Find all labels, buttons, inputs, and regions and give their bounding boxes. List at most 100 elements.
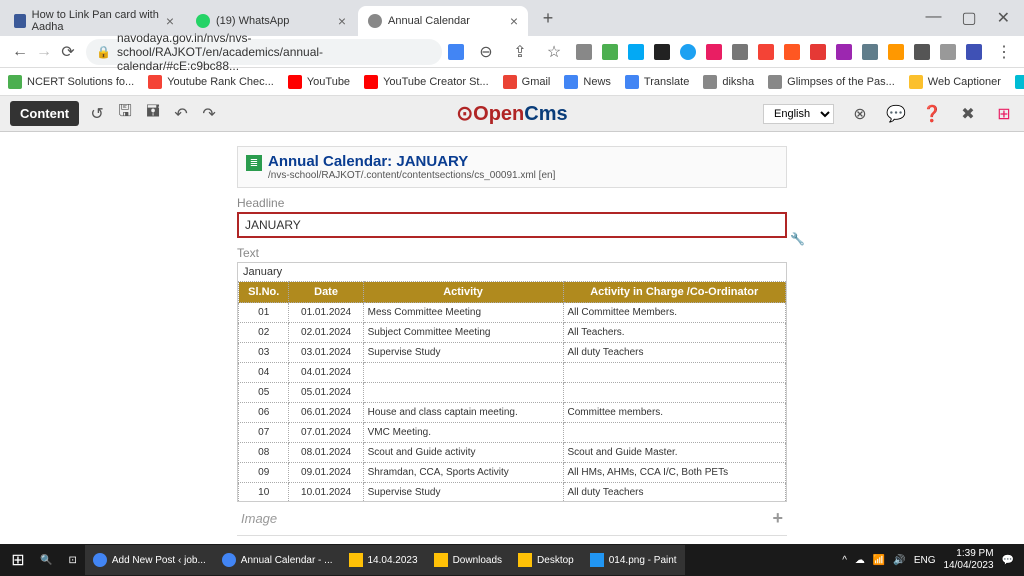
ext-icon[interactable] (654, 44, 670, 60)
ext-icon[interactable] (836, 44, 852, 60)
table-row: 0606.01.2024House and class captain meet… (239, 403, 786, 423)
text-section: Text 🔧 January Sl.No. Date Activity Acti… (237, 246, 787, 502)
address-input[interactable]: 🔒 navodaya.gov.in/nvs/nvs-school/RAJKOT/… (86, 39, 442, 65)
ext-icon[interactable] (810, 44, 826, 60)
bookmark-item[interactable]: Web Captioner (909, 75, 1001, 89)
wifi-icon[interactable]: 📶 (873, 555, 885, 566)
table-cell: All Committee Members. (563, 303, 786, 323)
ext-icon[interactable] (680, 44, 696, 60)
star-icon[interactable]: ☆ (542, 40, 566, 64)
new-tab-button[interactable]: + (534, 4, 562, 32)
taskbar-item[interactable]: Annual Calendar - ... (214, 545, 341, 575)
save-icon[interactable]: 🖫 (115, 104, 135, 124)
bookmark-item[interactable]: Youtube Rank Chec... (148, 75, 274, 89)
taskbar-item[interactable]: 14.04.2023 (341, 545, 426, 575)
maximize-icon[interactable]: ▢ (961, 8, 976, 28)
bookmark-item[interactable]: diksha (703, 75, 754, 89)
zoom-icon[interactable]: ⊖ (474, 40, 498, 64)
news-icon (564, 75, 578, 89)
undo-icon[interactable]: ↶ (171, 104, 191, 124)
col-activity: Activity (363, 282, 563, 303)
close-icon[interactable]: × (166, 13, 174, 29)
comment-icon[interactable]: 💬 (886, 104, 906, 124)
ext-icon[interactable] (888, 44, 904, 60)
youtube-icon (288, 75, 302, 89)
ext-icon[interactable] (448, 44, 464, 60)
url-bar: ← → ⟳ 🔒 navodaya.gov.in/nvs/nvs-school/R… (0, 36, 1024, 68)
menu-icon[interactable]: ⋮ (992, 40, 1016, 64)
ext-icon[interactable] (758, 44, 774, 60)
onedrive-icon[interactable]: ☁ (855, 555, 865, 566)
start-button[interactable]: ⊞ (4, 546, 32, 574)
reload-button[interactable]: ⟳ (56, 40, 80, 64)
redo-icon[interactable]: ↷ (199, 104, 219, 124)
tab-whatsapp[interactable]: (19) WhatsApp × (186, 6, 356, 36)
ext-icon[interactable] (966, 44, 982, 60)
tray-chevron-icon[interactable]: ^ (842, 555, 847, 566)
chrome-icon (93, 553, 107, 567)
save-exit-icon[interactable]: 🖬 (143, 104, 163, 124)
bookmark-item[interactable]: YouTube (288, 75, 350, 89)
close-editor-icon[interactable]: ✖ (958, 104, 978, 124)
tab-pan[interactable]: How to Link Pan card with Aadha × (4, 6, 184, 36)
volume-icon[interactable]: 🔊 (893, 555, 905, 566)
headline-input[interactable] (237, 212, 787, 238)
close-window-icon[interactable]: ✕ (997, 8, 1010, 28)
add-image-button[interactable]: + (772, 508, 783, 529)
bookmark-item[interactable]: News (564, 75, 611, 89)
clock[interactable]: 1:39 PM 14/04/2023 (943, 548, 993, 572)
search-button[interactable]: 🔍 (32, 545, 60, 575)
bookmark-item[interactable]: Glimpses of the Pas... (768, 75, 895, 89)
history-icon[interactable]: ↺ (87, 104, 107, 124)
editor-panel: ≣ Annual Calendar: JANUARY /nvs-school/R… (237, 146, 787, 562)
ext-icon[interactable] (784, 44, 800, 60)
opencms-logo: ⊙OpenCms (456, 101, 567, 126)
content-button[interactable]: Content (10, 101, 79, 126)
bm-icon (909, 75, 923, 89)
apps-icon[interactable]: ⊞ (994, 104, 1014, 124)
bookmark-item[interactable]: NCERT Solutions fo... (8, 75, 134, 89)
taskbar-item[interactable]: Desktop (510, 545, 582, 575)
table-row: 0202.01.2024Subject Committee MeetingAll… (239, 323, 786, 343)
ext-icon[interactable] (914, 44, 930, 60)
ext-icon[interactable] (862, 44, 878, 60)
help-icon[interactable]: ❓ (922, 104, 942, 124)
language-select[interactable]: English (763, 104, 834, 124)
gmail-icon (503, 75, 517, 89)
document-icon: ≣ (246, 155, 262, 171)
settings-icon[interactable]: 🔧 (790, 232, 805, 246)
taskbar-item[interactable]: 014.png - Paint (582, 545, 685, 575)
close-icon[interactable]: × (510, 13, 518, 29)
refresh-icon[interactable]: ⊗ (850, 104, 870, 124)
ext-icon[interactable] (576, 44, 592, 60)
task-view-button[interactable]: ⊡ (60, 545, 84, 575)
bookmark-item[interactable]: YouTube Creator St... (364, 75, 489, 89)
table-cell: 03.01.2024 (289, 343, 363, 363)
bm-icon (768, 75, 782, 89)
table-cell: 06.01.2024 (289, 403, 363, 423)
share-icon[interactable]: ⇪ (508, 40, 532, 64)
bookmark-item[interactable]: Full pytest docume... (1015, 75, 1024, 89)
ext-icon[interactable] (940, 44, 956, 60)
taskbar-item[interactable]: Add New Post ‹ job... (85, 545, 214, 575)
url-text: navodaya.gov.in/nvs/nvs-school/RAJKOT/en… (117, 31, 432, 73)
ext-icon[interactable] (732, 44, 748, 60)
headline-label: Headline (237, 196, 787, 210)
headline-section: Headline (237, 196, 787, 238)
ext-icon[interactable] (706, 44, 722, 60)
notifications-icon[interactable]: 💬 (1002, 555, 1014, 566)
table-cell: Mess Committee Meeting (363, 303, 563, 323)
table-cell: All Teachers. (563, 323, 786, 343)
text-content[interactable]: January Sl.No. Date Activity Activity in… (237, 262, 787, 502)
bookmark-item[interactable]: Gmail (503, 75, 551, 89)
editor-area: ≣ Annual Calendar: JANUARY /nvs-school/R… (0, 132, 1024, 562)
language-indicator[interactable]: ENG (914, 555, 936, 566)
bookmark-item[interactable]: Translate (625, 75, 689, 89)
back-button[interactable]: ← (8, 40, 32, 64)
close-icon[interactable]: × (338, 13, 346, 29)
ext-icon[interactable] (602, 44, 618, 60)
taskbar-item[interactable]: Downloads (426, 545, 510, 575)
ext-icon[interactable] (628, 44, 644, 60)
minimize-icon[interactable]: — (925, 8, 941, 28)
tab-annual-calendar[interactable]: Annual Calendar × (358, 6, 528, 36)
